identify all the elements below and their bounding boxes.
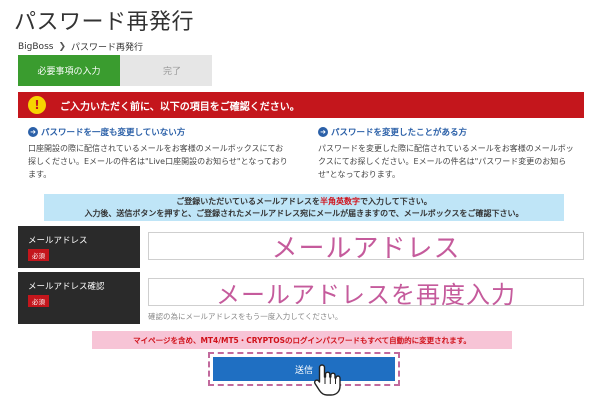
notice-text: ご登録いただいているメールアドレスを	[176, 197, 320, 206]
info-body: パスワードを変更した際に配信されているメールをお客様のメールボックスにてお探しく…	[318, 144, 574, 179]
submit-button[interactable]: 送信	[213, 357, 395, 381]
info-never-changed: ➜ パスワードを一度も変更していない方 口座開設の際に配信されているメールをお客…	[28, 126, 290, 181]
email-label: メールアドレス 必須	[18, 226, 140, 268]
notice-highlight: 半角英数字	[320, 197, 360, 206]
required-badge: 必須	[28, 249, 49, 261]
submit-highlight: 送信	[208, 352, 400, 386]
info-heading: パスワードを一度も変更していない方	[41, 128, 186, 138]
page-title: パスワード再発行	[14, 10, 195, 35]
email-confirm-hint: 確認の為にメールアドレスをもう一度入力してください。	[148, 312, 343, 321]
step-input: 必要事項の入力	[18, 55, 132, 86]
hand-pointer-icon	[313, 364, 341, 396]
email-row: メールアドレス 必須 メールアドレス	[18, 226, 584, 268]
info-heading: パスワードを変更したことがある方	[331, 128, 468, 138]
email-confirm-row: メールアドレス確認 必須 メールアドレスを再度入力 確認の為にメールアドレスをも…	[18, 272, 584, 324]
step-complete: 完了	[120, 55, 212, 86]
email-confirm-label: メールアドレス確認 必須	[18, 272, 140, 324]
progress-steps: 必要事項の入力 完了	[18, 55, 212, 86]
chevron-right-icon: ❯	[58, 41, 66, 52]
exclamation-icon: !	[28, 96, 46, 114]
breadcrumb: BigBoss ❯ パスワード再発行	[18, 40, 144, 54]
breadcrumb-home-link[interactable]: BigBoss	[18, 42, 53, 52]
required-badge: 必須	[28, 295, 49, 307]
email-instructions-notice: ご登録いただいているメールアドレスを半角英数字で入力して下さい。 入力後、送信ボ…	[44, 194, 564, 221]
circle-arrow-right-icon: ➜	[318, 127, 328, 137]
alert-text: ご入力いただく前に、以下の項目をご確認ください。	[60, 101, 300, 113]
circle-arrow-right-icon: ➜	[28, 127, 38, 137]
notice-text: で入力して下さい。	[360, 197, 432, 206]
alert-banner: ! ご入力いただく前に、以下の項目をご確認ください。	[18, 92, 584, 118]
info-changed-before: ➜ パスワードを変更したことがある方 パスワードを変更した際に配信されているメー…	[318, 126, 580, 181]
breadcrumb-current: パスワード再発行	[71, 43, 144, 53]
notice-text: 入力後、送信ボタンを押すと、ご登録されたメールアドレス宛にメールが届きますので、…	[84, 209, 524, 218]
info-body: 口座開設の際に配信されているメールをお客様のメールボックスにてお探しください。E…	[28, 144, 288, 179]
email-input[interactable]: メールアドレス	[148, 232, 584, 264]
password-change-notice: マイページを含め、MT4/MT5・CRYPTOSのログインパスワードもすべて自動…	[92, 331, 512, 349]
email-confirm-input[interactable]: メールアドレスを再度入力	[148, 278, 584, 309]
